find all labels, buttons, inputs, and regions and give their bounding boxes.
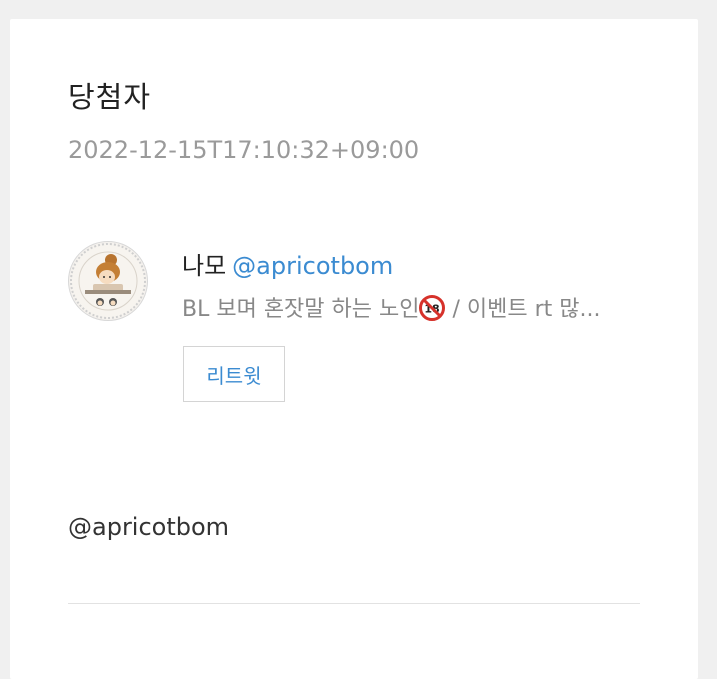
mention-text: @apricotbom — [68, 513, 230, 541]
user-avatar[interactable] — [68, 241, 148, 321]
user-handle-link[interactable]: @apricotbom — [232, 252, 393, 280]
divider — [68, 603, 640, 604]
page-title: 당첨자 — [68, 80, 152, 114]
user-display-name: 나모 — [182, 252, 227, 280]
avatar-illustration-icon — [70, 243, 146, 319]
retweet-button[interactable]: 리트윗 — [183, 346, 285, 402]
no-under-18-icon: 18 — [419, 295, 446, 321]
winner-card: 당첨자 2022-12-15T17:10:32+09:00 나모 @apricot… — [10, 19, 698, 679]
bio-text-end: / 이벤트 rt 많... — [445, 297, 601, 322]
bio-text-start: BL 보며 혼잣말 하는 노인 — [182, 297, 420, 322]
user-name-row: 나모 @apricotbom — [182, 246, 393, 281]
post-timestamp: 2022-12-15T17:10:32+09:00 — [68, 136, 420, 164]
user-bio: BL 보며 혼잣말 하는 노인 18 / 이벤트 rt 많... — [182, 291, 640, 323]
